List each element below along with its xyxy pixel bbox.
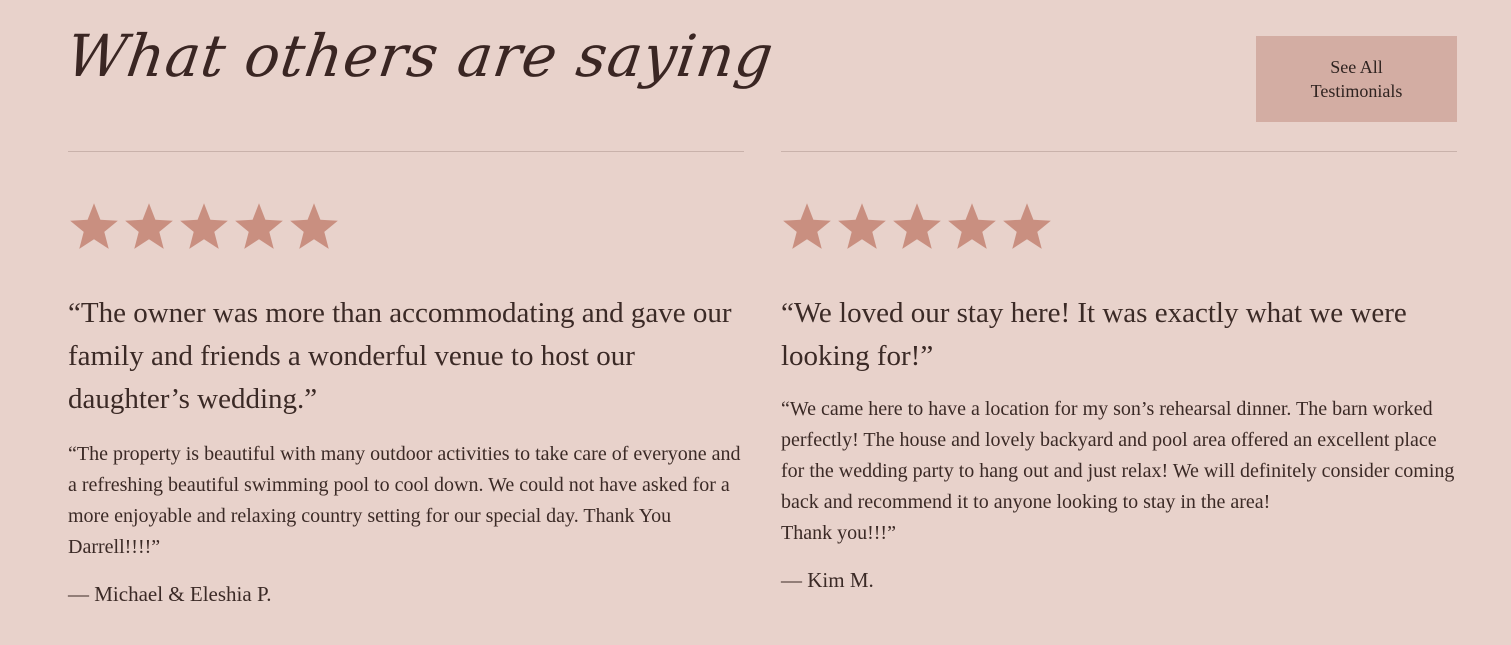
testimonial-headline: “The owner was more than accommodating a… (68, 297, 732, 415)
star-icon (1001, 200, 1056, 252)
testimonial-headline: “We loved our stay here! It was exactly … (781, 297, 1407, 372)
see-all-testimonials-button[interactable]: See All Testimonials (1256, 36, 1457, 122)
star-icon (836, 200, 891, 252)
star-rating (781, 200, 1457, 252)
testimonial-body-line: Thank you!!!” (781, 522, 896, 544)
testimonial-body: “The property is beautiful with many out… (68, 443, 741, 558)
section-heading: What others are saying (62, 22, 779, 90)
testimonial-author: — Michael & Eleshia P. (68, 582, 272, 606)
testimonial-body: “We came here to have a location for my … (781, 394, 1457, 549)
divider-left (68, 151, 744, 152)
star-icon (781, 200, 836, 252)
star-icon (123, 200, 178, 252)
testimonial-card-2: “We loved our stay here! It was exactly … (781, 200, 1457, 595)
star-icon (891, 200, 946, 252)
star-icon (288, 200, 343, 252)
testimonial-author: — Kim M. (781, 568, 874, 592)
testimonial-card-1: “The owner was more than accommodating a… (68, 200, 744, 609)
star-rating (68, 200, 744, 252)
star-icon (68, 200, 123, 252)
testimonial-body-line: “We came here to have a location for my … (781, 398, 1455, 513)
star-icon (178, 200, 233, 252)
star-icon (946, 200, 1001, 252)
divider-right (781, 151, 1457, 152)
star-icon (233, 200, 288, 252)
